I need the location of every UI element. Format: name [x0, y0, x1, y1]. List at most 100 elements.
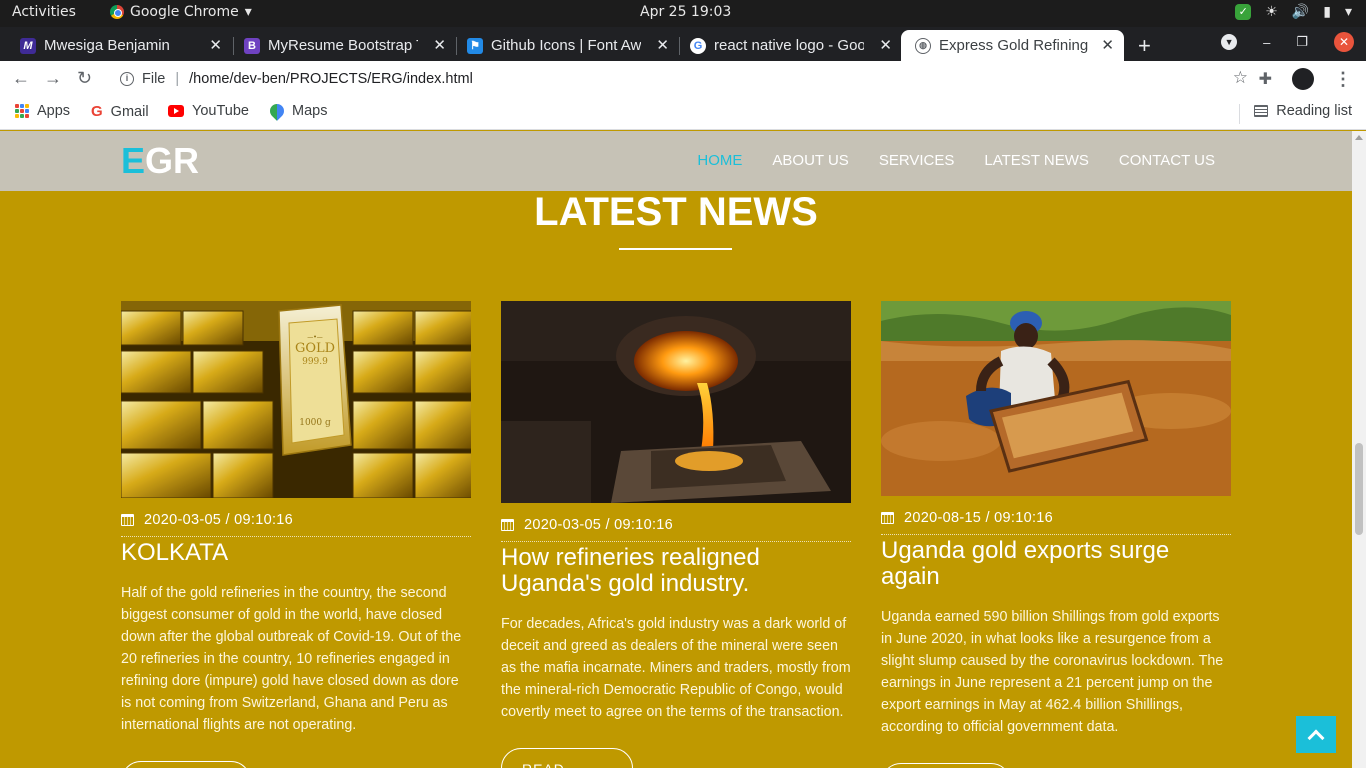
browser-toolbar: ← → ↻ i File | /home/dev-ben/PROJECTS/ER… — [0, 61, 1366, 97]
news-body: Half of the gold refineries in the count… — [121, 585, 462, 733]
youtube-icon — [168, 105, 184, 117]
nav-about-us[interactable]: ABOUT US — [772, 152, 848, 169]
site-logo[interactable]: EGR — [121, 140, 199, 182]
apps-grid-icon — [15, 104, 29, 118]
site-info-icon[interactable]: i — [120, 72, 134, 86]
tab-express-gold-refining[interactable]: ◍ Express Gold Refining L ✕ — [901, 30, 1124, 61]
bar-purity: 999.9 — [302, 357, 328, 367]
battery-icon: ▮ — [1323, 4, 1331, 20]
chevron-up-icon — [1307, 729, 1325, 746]
news-title[interactable]: Uganda gold exports surge again — [881, 538, 1231, 590]
close-tab-icon[interactable]: ✕ — [656, 36, 669, 54]
maps-icon — [267, 101, 287, 121]
news-body: For decades, Africa's gold industry was … — [501, 616, 851, 720]
volume-icon: 🔊 — [1291, 4, 1310, 20]
reading-list-icon — [1254, 105, 1269, 117]
news-card: 2020-08-15 / 09:10:16 Uganda gold export… — [881, 301, 1231, 738]
nav-home[interactable]: HOME — [697, 152, 742, 169]
tab-myresume[interactable]: B MyResume Bootstrap T ✕ — [224, 30, 456, 61]
power-menu-icon[interactable]: ▾ — [1345, 4, 1352, 20]
bookmark-apps[interactable]: Apps — [15, 103, 70, 119]
bookmark-gmail[interactable]: G Gmail — [91, 103, 149, 120]
new-tab-button[interactable]: + — [1138, 33, 1151, 59]
activities-button[interactable]: Activities — [12, 4, 76, 20]
news-title[interactable]: KOLKATA — [121, 540, 471, 566]
news-image-gold-bars: —•— GOLD 999.9 1000 g — [121, 301, 471, 498]
globe-icon: ◍ — [915, 37, 931, 54]
calendar-icon — [881, 512, 894, 524]
bookmark-label: YouTube — [192, 103, 249, 119]
scrollbar-thumb[interactable] — [1355, 443, 1363, 535]
scroll-up-arrow-icon[interactable] — [1355, 135, 1363, 140]
nav-latest-news[interactable]: LATEST NEWS — [984, 152, 1088, 169]
close-tab-icon[interactable]: ✕ — [209, 36, 222, 54]
tab-label: Mwesiga Benjamin — [44, 37, 170, 54]
news-date-text: 2020-03-05 / 09:10:16 — [144, 512, 293, 528]
tab-label: Express Gold Refining L — [939, 37, 1089, 54]
back-to-top-button[interactable] — [1296, 716, 1336, 753]
app-menu[interactable]: Google Chrome ▾ — [110, 4, 252, 20]
maximize-icon[interactable]: ❐ — [1296, 34, 1308, 50]
close-window-icon[interactable]: ✕ — [1334, 32, 1354, 52]
forward-arrow-icon[interactable]: → — [44, 68, 62, 89]
read-more-button[interactable]: READ MORE — [501, 748, 633, 768]
minimize-icon[interactable]: – — [1263, 35, 1270, 50]
tab-label: react native logo - Goog — [714, 37, 864, 54]
site-menu: HOME ABOUT US SERVICES LATEST NEWS CONTA… — [697, 152, 1215, 169]
news-image-molten-gold — [501, 301, 851, 503]
url-text[interactable]: /home/dev-ben/PROJECTS/ERG/index.html — [189, 71, 473, 87]
chrome-menu-icon[interactable]: ⋮ — [1334, 69, 1352, 90]
bookmark-label: Gmail — [110, 103, 149, 120]
bookmark-label: Maps — [292, 103, 328, 119]
system-top-bar: Activities Google Chrome ▾ Apr 25 19:03 … — [0, 0, 1366, 27]
close-tab-icon[interactable]: ✕ — [879, 36, 892, 54]
reload-icon[interactable]: ↻ — [77, 68, 92, 89]
tab-github-icons[interactable]: ⚑ Github Icons | Font Awe ✕ — [447, 30, 679, 61]
close-tab-icon[interactable]: ✕ — [1101, 36, 1114, 54]
news-card: —•— GOLD 999.9 1000 g 2020-03-05 / 09:10… — [121, 301, 471, 736]
gmail-icon: G — [91, 103, 103, 120]
google-favicon-icon: G — [690, 37, 706, 54]
close-tab-icon[interactable]: ✕ — [433, 36, 446, 54]
url-separator: | — [175, 71, 180, 87]
bookmarks-divider — [1239, 104, 1240, 124]
bookmarks-bar: Apps G Gmail YouTube Maps Reading list — [0, 97, 1366, 130]
tab-strip: M Mwesiga Benjamin ✕ B MyResume Bootstra… — [0, 27, 1366, 61]
chrome-icon — [110, 5, 124, 19]
read-more-button[interactable]: READ MORE — [121, 761, 251, 768]
calendar-icon — [121, 514, 134, 526]
tab-mwesiga-benjamin[interactable]: M Mwesiga Benjamin ✕ — [0, 30, 232, 61]
update-check-icon[interactable]: ✓ — [1235, 4, 1252, 20]
system-clock[interactable]: Apr 25 19:03 — [640, 4, 731, 20]
title-underline — [619, 248, 732, 250]
tab-react-native-logo[interactable]: G react native logo - Goog ✕ — [670, 30, 902, 61]
system-tray[interactable]: ✓ ☀ 🔊 ▮ ▾ — [1235, 4, 1352, 20]
news-title[interactable]: How refineries realigned Uganda's gold i… — [501, 545, 851, 597]
tab-search-icon[interactable]: ▼ — [1221, 34, 1238, 50]
news-date: 2020-08-15 / 09:10:16 — [881, 510, 1231, 535]
tab-label: MyResume Bootstrap T — [268, 37, 418, 54]
bookmark-maps[interactable]: Maps — [267, 101, 328, 121]
bookmark-star-icon[interactable]: ☆ — [1233, 68, 1248, 88]
news-date-text: 2020-03-05 / 09:10:16 — [524, 517, 673, 533]
gold-bars-illustration: —•— GOLD 999.9 1000 g — [121, 301, 471, 498]
bar-stamp: GOLD — [295, 341, 335, 356]
reading-list-button[interactable]: Reading list — [1254, 103, 1352, 119]
address-bar[interactable]: i File | /home/dev-ben/PROJECTS/ERG/inde… — [108, 64, 1258, 94]
nav-contact-us[interactable]: CONTACT US — [1119, 152, 1215, 169]
caret-down-icon: ▾ — [244, 4, 252, 20]
nav-services[interactable]: SERVICES — [879, 152, 955, 169]
brightness-icon: ☀ — [1265, 4, 1278, 20]
profile-avatar[interactable] — [1292, 68, 1314, 90]
bookmark-youtube[interactable]: YouTube — [168, 103, 249, 119]
gold-miner-illustration — [881, 301, 1231, 496]
font-awesome-flag-icon: ⚑ — [467, 37, 483, 54]
tab-label: Github Icons | Font Awe — [491, 37, 641, 54]
back-arrow-icon[interactable]: ← — [12, 68, 30, 89]
extensions-puzzle-icon[interactable]: ✚ — [1259, 69, 1272, 89]
read-more-button[interactable]: READ MORE — [881, 763, 1011, 768]
page-scrollbar[interactable] — [1352, 131, 1366, 768]
site-navbar: EGR HOME ABOUT US SERVICES LATEST NEWS C… — [0, 131, 1352, 191]
news-card: 2020-03-05 / 09:10:16 How refineries rea… — [501, 301, 851, 723]
logo-text: GR — [145, 140, 200, 181]
